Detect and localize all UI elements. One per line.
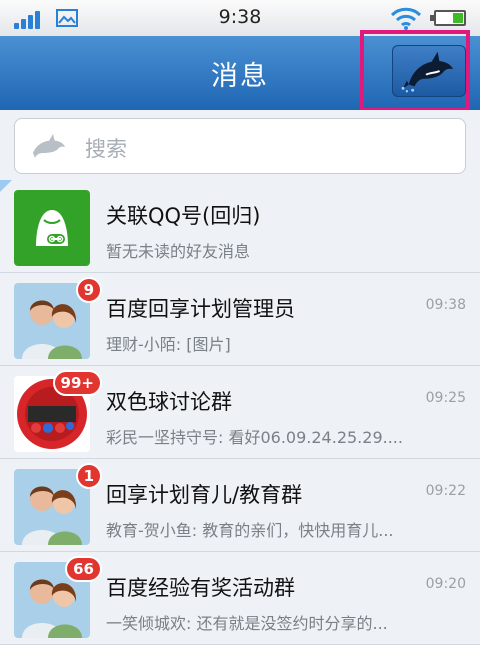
conversation-name: 百度经验有奖活动群	[106, 576, 295, 600]
highlight-box	[360, 30, 470, 112]
conversation-time: 09:38	[425, 297, 466, 313]
search-input[interactable]: 搜索	[14, 118, 466, 174]
list-item[interactable]: 9 百度回享计划管理员 理财-小陌: [图片] 09:38	[0, 273, 480, 366]
list-item[interactable]: 66 百度经验有奖活动群 一笑倾城欢: 还有就是没签约时分享的... 09:20	[0, 552, 480, 645]
conversation-time: 09:22	[425, 483, 466, 499]
conversation-preview: 暂无未读的好友消息	[106, 242, 251, 261]
conversation-time: 09:20	[425, 576, 466, 592]
conversation-list: 关联QQ号(回归) 暂无未读的好友消息 9 百度回享计划管理员 理财-小陌: […	[0, 180, 480, 645]
conversation-name: 关联QQ号(回归)	[106, 204, 261, 228]
unread-corner-marker	[0, 180, 12, 192]
unread-badge: 99+	[52, 370, 102, 396]
list-item[interactable]: 关联QQ号(回归) 暂无未读的好友消息	[0, 180, 480, 273]
list-item[interactable]: 99+ 双色球讨论群 彩民一坚持守号: 看好06.09.24.25.29....…	[0, 366, 480, 459]
qq-green-icon	[14, 190, 90, 266]
conversation-preview: 教育-贺小鱼: 教育的亲们，快快用育儿...	[106, 521, 394, 540]
battery-icon	[430, 10, 466, 26]
search-placeholder: 搜索	[85, 137, 127, 161]
unread-badge: 66	[65, 556, 102, 582]
group-avatar: 9	[14, 277, 102, 359]
search-area: 搜索	[0, 110, 480, 180]
group-avatar: 1	[14, 463, 102, 545]
unread-badge: 9	[75, 277, 102, 303]
unread-badge: 1	[75, 463, 102, 489]
conversation-name: 百度回享计划管理员	[106, 297, 295, 321]
conversation-preview: 理财-小陌: [图片]	[106, 335, 231, 354]
conversation-preview: 一笑倾城欢: 还有就是没签约时分享的...	[106, 614, 388, 633]
qq-link-icon	[36, 210, 68, 246]
lottery-avatar: 99+	[14, 370, 102, 452]
conversation-name: 双色球讨论群	[106, 390, 232, 414]
conversation-preview: 彩民一坚持守号: 看好06.09.24.25.29....	[106, 428, 403, 447]
conversation-time: 09:25	[425, 390, 466, 406]
list-item[interactable]: 1 回享计划育儿/教育群 教育-贺小鱼: 教育的亲们，快快用育儿... 09:2…	[0, 459, 480, 552]
group-avatar: 66	[14, 556, 102, 638]
wifi-icon	[390, 7, 422, 30]
conversation-name: 回享计划育儿/教育群	[106, 483, 303, 507]
search-icon	[33, 134, 65, 158]
